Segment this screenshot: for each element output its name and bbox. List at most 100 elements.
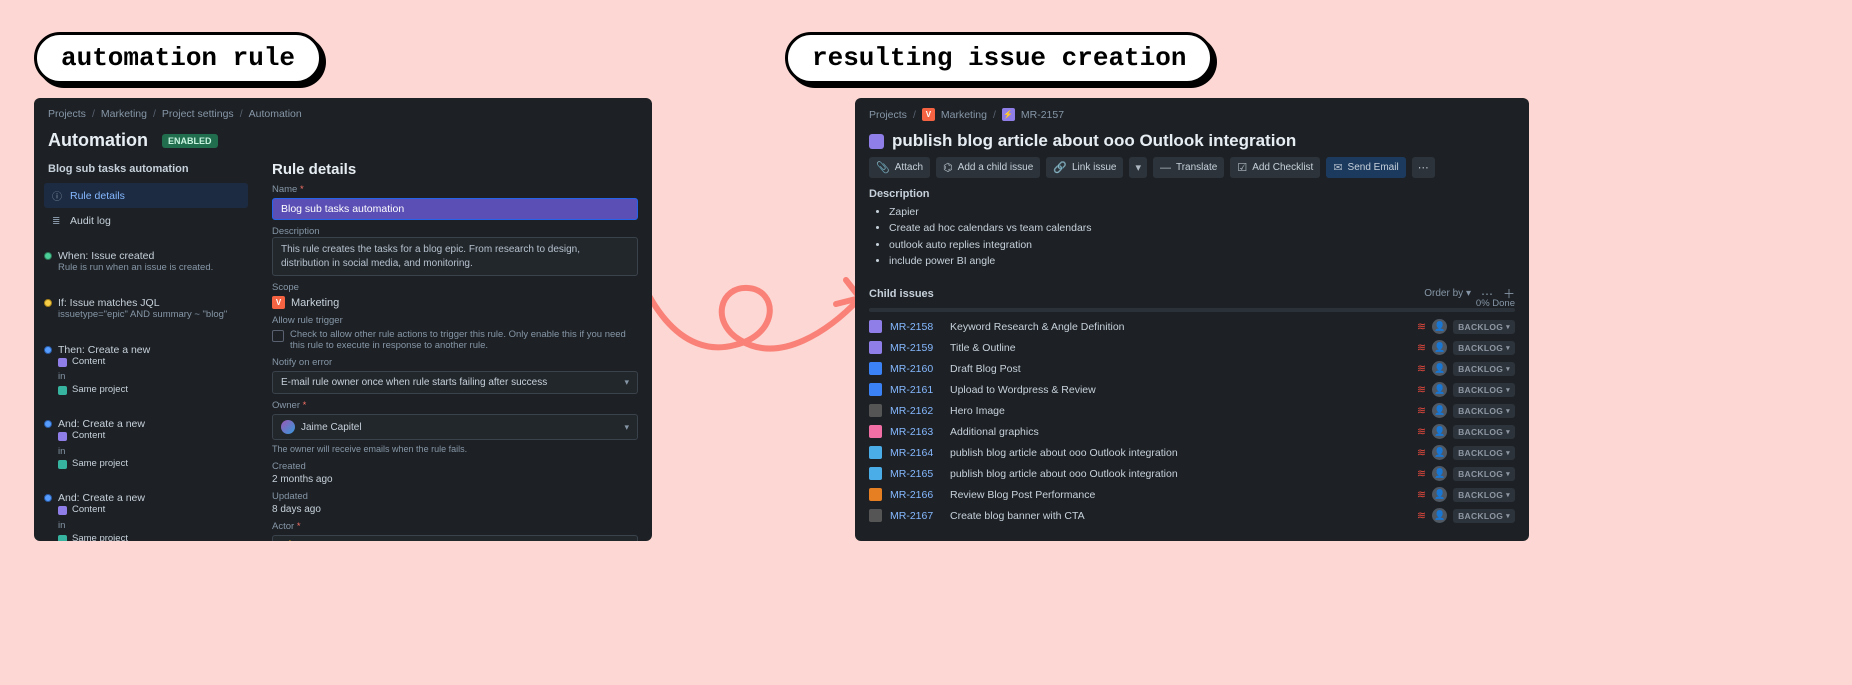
assignee-avatar[interactable]: 👤 [1432, 466, 1447, 481]
issue-type-icon [869, 488, 882, 501]
priority-icon[interactable]: ≋ [1417, 341, 1426, 354]
priority-icon[interactable]: ≋ [1417, 509, 1426, 522]
assignee-avatar[interactable]: 👤 [1432, 361, 1447, 376]
chevron-down-icon: ▾ [1506, 386, 1510, 394]
send-email-button[interactable]: ✉Send Email [1326, 157, 1405, 178]
child-issue-row[interactable]: MR-2158 Keyword Research & Angle Definiti… [855, 316, 1529, 337]
issue-key[interactable]: MR-2164 [890, 447, 942, 459]
nav-rule-details[interactable]: ⓘ Rule details [44, 183, 248, 208]
priority-icon[interactable]: ≋ [1417, 362, 1426, 375]
assignee-avatar[interactable]: 👤 [1432, 382, 1447, 397]
status-pill[interactable]: BACKLOG▾ [1453, 362, 1515, 376]
add-checklist-button[interactable]: ☑Add Checklist [1230, 157, 1320, 178]
crumb-projects[interactable]: Projects [48, 108, 86, 120]
assignee-avatar[interactable]: 👤 [1432, 403, 1447, 418]
issue-key[interactable]: MR-2162 [890, 405, 942, 417]
issue-key[interactable]: MR-2163 [890, 426, 942, 438]
assignee-avatar[interactable]: 👤 [1432, 340, 1447, 355]
step-and-2[interactable]: And: Create a new Content in Same projec… [44, 486, 248, 541]
issue-summary[interactable]: publish blog article about ooo Outlook i… [950, 468, 1409, 480]
child-issue-row[interactable]: MR-2163 Additional graphics ≋ 👤 BACKLOG▾ [855, 421, 1529, 442]
description-input[interactable]: This rule creates the tasks for a blog e… [272, 237, 638, 276]
priority-icon[interactable]: ≋ [1417, 467, 1426, 480]
status-pill[interactable]: BACKLOG▾ [1453, 467, 1515, 481]
add-child-button[interactable]: ⌬Add a child issue [936, 157, 1040, 178]
child-issue-row[interactable]: MR-2164 publish blog article about ooo Ou… [855, 442, 1529, 463]
child-issue-row[interactable]: MR-2159 Title & Outline ≋ 👤 BACKLOG▾ [855, 337, 1529, 358]
order-by-button[interactable]: Order by ▾ [1424, 288, 1471, 299]
issue-type-icon [869, 362, 882, 375]
priority-icon[interactable]: ≋ [1417, 488, 1426, 501]
issue-key[interactable]: MR-2167 [890, 510, 942, 522]
step-when[interactable]: When: Issue created Rule is run when an … [44, 244, 248, 283]
issue-key[interactable]: MR-2158 [890, 321, 942, 333]
status-pill[interactable]: BACKLOG▾ [1453, 509, 1515, 523]
issue-summary[interactable]: Title & Outline [950, 342, 1409, 354]
step-then[interactable]: Then: Create a new Content in Same proje… [44, 338, 248, 408]
notify-select[interactable]: E-mail rule owner once when rule starts … [272, 371, 638, 394]
crumb-issue-key[interactable]: MR-2157 [1021, 109, 1064, 121]
scope-value[interactable]: V Marketing [272, 296, 638, 309]
priority-icon[interactable]: ≋ [1417, 383, 1426, 396]
issue-summary[interactable]: Upload to Wordpress & Review [950, 384, 1409, 396]
issue-key[interactable]: MR-2166 [890, 489, 942, 501]
status-pill[interactable]: BACKLOG▾ [1453, 446, 1515, 460]
allow-trigger-checkbox[interactable] [272, 330, 284, 342]
child-issue-row[interactable]: MR-2161 Upload to Wordpress & Review ≋ 👤 BAC… [855, 379, 1529, 400]
priority-icon[interactable]: ≋ [1417, 446, 1426, 459]
list-icon: ≣ [52, 216, 62, 227]
issue-key[interactable]: MR-2165 [890, 468, 942, 480]
status-pill[interactable]: BACKLOG▾ [1453, 488, 1515, 502]
owner-select[interactable]: Jaime Capitel ▾ [272, 414, 638, 440]
rule-name-heading: Blog sub tasks automation [44, 157, 248, 183]
child-issue-row[interactable]: MR-2167 Create blog banner with CTA ≋ 👤 BACK… [855, 505, 1529, 526]
status-pill[interactable]: BACKLOG▾ [1453, 383, 1515, 397]
issue-type-icon [869, 404, 882, 417]
assignee-avatar[interactable]: 👤 [1432, 424, 1447, 439]
link-issue-dropdown[interactable]: ▾ [1129, 157, 1147, 178]
status-pill[interactable]: BACKLOG▾ [1453, 341, 1515, 355]
assignee-avatar[interactable]: 👤 [1432, 487, 1447, 502]
child-issue-row[interactable]: MR-2160 Draft Blog Post ≋ 👤 BACKLOG▾ [855, 358, 1529, 379]
issue-summary[interactable]: Hero Image [950, 405, 1409, 417]
assignee-avatar[interactable]: 👤 [1432, 445, 1447, 460]
assignee-avatar[interactable]: 👤 [1432, 508, 1447, 523]
issue-key[interactable]: MR-2159 [890, 342, 942, 354]
child-issue-row[interactable]: MR-2166 Review Blog Post Performance ≋ 👤 BAC… [855, 484, 1529, 505]
child-issue-row[interactable]: MR-2162 Hero Image ≋ 👤 BACKLOG▾ [855, 400, 1529, 421]
attach-button[interactable]: 📎Attach [869, 157, 930, 178]
issue-summary[interactable]: Keyword Research & Angle Definition [950, 321, 1409, 333]
actor-label: Actor * [272, 521, 638, 532]
step-if[interactable]: If: Issue matches JQL issuetype="epic" A… [44, 291, 248, 330]
priority-icon[interactable]: ≋ [1417, 425, 1426, 438]
crumb-project-settings[interactable]: Project settings [162, 108, 234, 120]
priority-icon[interactable]: ≋ [1417, 320, 1426, 333]
more-actions-button[interactable]: ⋯ [1412, 157, 1435, 178]
chevron-down-icon: ▾ [624, 377, 629, 388]
assignee-avatar[interactable]: 👤 [1432, 319, 1447, 334]
issue-summary[interactable]: Review Blog Post Performance [950, 489, 1409, 501]
step-and-1[interactable]: And: Create a new Content in Same projec… [44, 412, 248, 482]
crumb-project[interactable]: Marketing [941, 109, 987, 121]
description-list[interactable]: Zapier Create ad hoc calendars vs team c… [869, 204, 1515, 269]
issue-summary[interactable]: Draft Blog Post [950, 363, 1409, 375]
status-pill[interactable]: BACKLOG▾ [1453, 404, 1515, 418]
actor-select[interactable]: ⚡Automation for Jira ▾ [272, 535, 638, 541]
status-pill[interactable]: BACKLOG▾ [1453, 425, 1515, 439]
crumb-projects[interactable]: Projects [869, 109, 907, 121]
issue-key[interactable]: MR-2161 [890, 384, 942, 396]
crumb-marketing[interactable]: Marketing [101, 108, 147, 120]
link-issue-button[interactable]: 🔗Link issue [1046, 157, 1123, 178]
issue-key[interactable]: MR-2160 [890, 363, 942, 375]
crumb-automation[interactable]: Automation [249, 108, 302, 120]
translate-button[interactable]: —Translate [1153, 157, 1224, 178]
priority-icon[interactable]: ≋ [1417, 404, 1426, 417]
issue-summary[interactable]: Additional graphics [950, 426, 1409, 438]
name-input[interactable]: Blog sub tasks automation [272, 198, 638, 220]
nav-audit-log[interactable]: ≣ Audit log [44, 210, 248, 232]
status-pill[interactable]: BACKLOG▾ [1453, 320, 1515, 334]
issue-summary[interactable]: publish blog article about ooo Outlook i… [950, 447, 1409, 459]
issue-summary[interactable]: Create blog banner with CTA [950, 510, 1409, 522]
issue-title[interactable]: publish blog article about ooo Outlook i… [892, 131, 1296, 151]
child-issue-row[interactable]: MR-2165 publish blog article about ooo Ou… [855, 463, 1529, 484]
